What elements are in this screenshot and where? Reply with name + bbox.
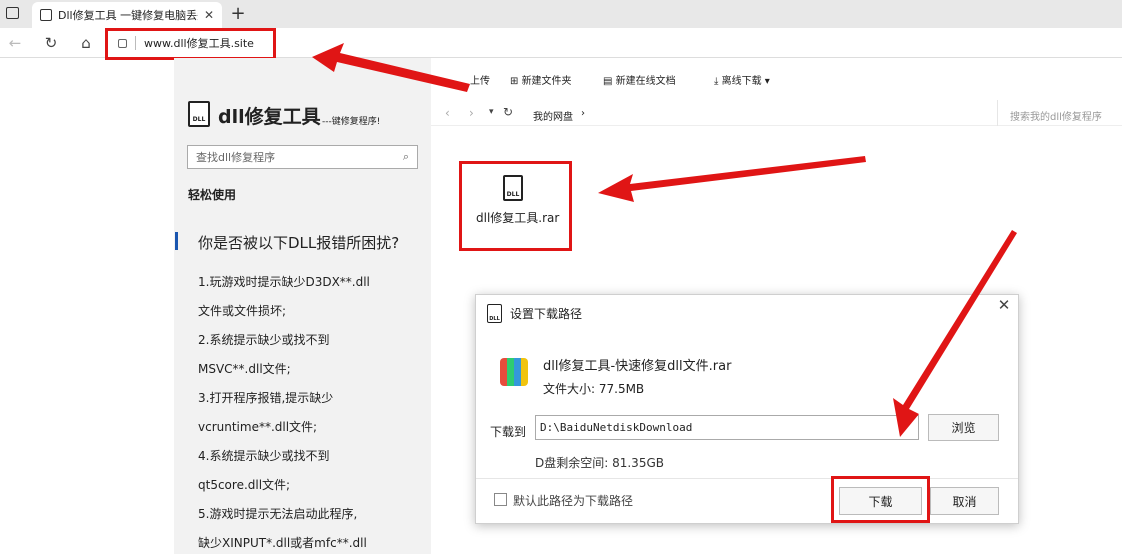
arrow-to-file xyxy=(598,156,866,202)
arrow-to-download xyxy=(893,230,1017,437)
arrow-to-address xyxy=(312,43,470,92)
annotation-arrows xyxy=(312,43,1017,437)
